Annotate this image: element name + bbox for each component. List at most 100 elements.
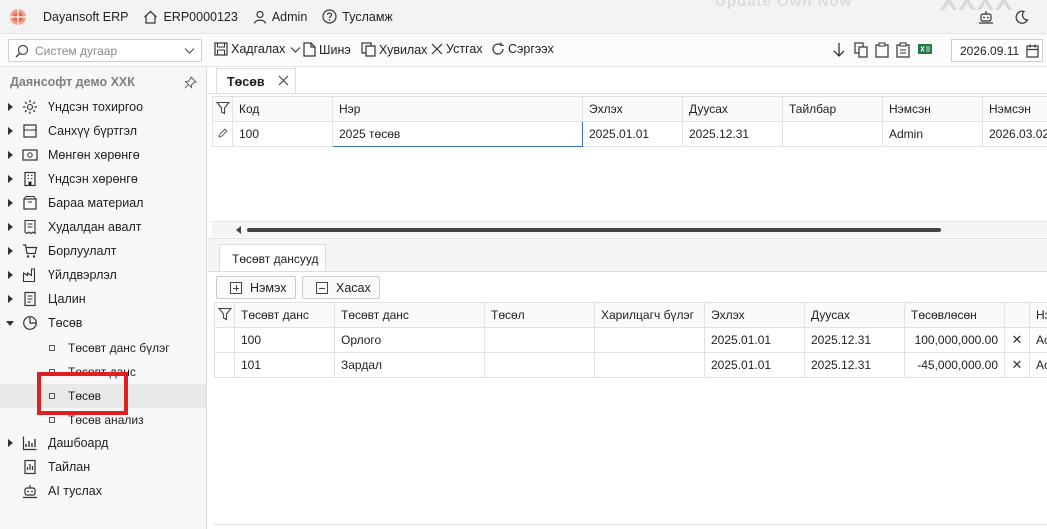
cell-account-name[interactable]: Зардал	[334, 352, 485, 378]
sidebar-item-payroll[interactable]: Цалин	[0, 287, 206, 311]
expand-arrow-icon[interactable]	[8, 439, 13, 447]
column-header-code[interactable]: Код	[232, 96, 333, 122]
tab-budget-accounts[interactable]: Төсөвт дансууд	[219, 244, 326, 272]
collapse-arrow-icon[interactable]	[6, 321, 14, 326]
sidebar-item-ai-assistant[interactable]: AI туслах	[0, 479, 206, 503]
cell-start[interactable]: 2025.01.01	[582, 121, 683, 147]
clipboard-list-button[interactable]	[896, 42, 910, 61]
column-header-name[interactable]: Нэр	[332, 96, 583, 122]
sidebar-item-purchasing[interactable]: Худалдан авалт	[0, 215, 206, 239]
home-button[interactable]: ERP0000123	[143, 10, 238, 24]
column-header-created-by[interactable]: Нэмсэн	[882, 96, 983, 122]
column-header-customer-group[interactable]: Харилцагч бүлэг	[594, 302, 705, 328]
cell-created-at[interactable]: 2026.03.02	[982, 121, 1047, 147]
cell-name[interactable]: 2025 төсөв	[332, 121, 583, 147]
cell-account-code[interactable]: 101	[234, 352, 335, 378]
user-button[interactable]: Admin	[253, 10, 307, 24]
table-row[interactable]: 100 2025 төсөв 2025.01.01 2025.12.31 Adm…	[212, 121, 1047, 147]
row-header[interactable]	[214, 352, 235, 378]
cell-account-name[interactable]: Орлого	[334, 327, 485, 353]
cell-end[interactable]: 2025.12.31	[804, 327, 905, 353]
delete-button[interactable]: Устгах	[431, 42, 483, 56]
column-header-end[interactable]: Дуусах	[682, 96, 783, 122]
column-header-created-at[interactable]: Нэмсэн	[982, 96, 1047, 122]
cell-start[interactable]: 2025.01.01	[704, 352, 805, 378]
column-header-more[interactable]: Нэ	[1029, 302, 1047, 328]
close-tab-button[interactable]	[278, 75, 289, 86]
sidebar-item-report[interactable]: Тайлан	[0, 455, 206, 479]
sidebar-item-fixed-assets[interactable]: Үндсэн хөрөнгө	[0, 167, 206, 191]
cell-more[interactable]: Ac	[1029, 327, 1047, 353]
cell-budgeted[interactable]: -45,000,000.00	[904, 352, 1005, 378]
cell-start[interactable]: 2025.01.01	[704, 327, 805, 353]
cell-more[interactable]: Ac	[1029, 352, 1047, 378]
theme-toggle-button[interactable]	[1014, 10, 1029, 25]
sidebar-item-accounting[interactable]: Санхүү бүртгэл	[0, 119, 206, 143]
new-button[interactable]: Шинэ	[303, 42, 351, 57]
cell-project[interactable]	[484, 327, 595, 353]
expand-arrow-icon[interactable]	[8, 151, 13, 159]
date-picker[interactable]: 2026.09.11	[951, 39, 1043, 62]
cell-customer-group[interactable]	[594, 352, 705, 378]
scroll-left-icon[interactable]	[236, 226, 241, 234]
column-header-description[interactable]: Тайлбар	[782, 96, 883, 122]
sidebar-item-sales[interactable]: Борлуулалт	[0, 239, 206, 263]
column-header-start[interactable]: Эхлэх	[582, 96, 683, 122]
delete-row-button[interactable]: ✕	[1004, 352, 1030, 378]
export-excel-button[interactable]	[917, 42, 933, 61]
horizontal-scrollbar[interactable]	[212, 221, 1047, 237]
cell-created-by[interactable]: Admin	[882, 121, 983, 147]
expand-arrow-icon[interactable]	[8, 103, 13, 111]
row-header[interactable]	[214, 327, 235, 353]
sidebar-item-production[interactable]: Үйлдвэрлэл	[0, 263, 206, 287]
cell-description[interactable]	[782, 121, 883, 147]
save-button[interactable]: Хадгалах	[214, 42, 304, 56]
calendar-icon[interactable]	[1026, 44, 1039, 58]
sidebar-item-settings[interactable]: Үндсэн тохиргоо	[0, 95, 206, 119]
pin-button[interactable]	[184, 76, 197, 89]
remove-button[interactable]: Хасах	[302, 276, 380, 299]
expand-arrow-icon[interactable]	[8, 127, 13, 135]
chevron-down-icon[interactable]	[184, 45, 195, 56]
table-row[interactable]: 100 Орлого 2025.01.01 2025.12.31 100,000…	[214, 327, 1047, 353]
column-header-budgeted[interactable]: Төсөвлөсөн	[904, 302, 1005, 328]
scrollbar-thumb[interactable]	[247, 228, 941, 232]
duplicate-button[interactable]: Хувилах	[361, 42, 427, 57]
expand-arrow-icon[interactable]	[8, 175, 13, 183]
delete-row-button[interactable]: ✕	[1004, 327, 1030, 353]
paste-button[interactable]	[875, 42, 889, 61]
sidebar-item-budget[interactable]: Төсөв	[0, 311, 206, 335]
sidebar-item-cash[interactable]: Мөнгөн хөрөнгө	[0, 143, 206, 167]
cell-budgeted[interactable]: 100,000,000.00	[904, 327, 1005, 353]
expand-arrow-icon[interactable]	[8, 199, 13, 207]
table-row[interactable]: 101 Зардал 2025.01.01 2025.12.31 -45,000…	[214, 352, 1047, 378]
sidebar-subitem-budget-account-group[interactable]: Төсөвт данс бүлэг	[0, 336, 206, 360]
filter-button[interactable]	[214, 302, 235, 328]
download-button[interactable]	[832, 42, 846, 61]
sidebar-item-inventory[interactable]: Бараа материал	[0, 191, 206, 215]
expand-arrow-icon[interactable]	[8, 295, 13, 303]
assistant-robot-button[interactable]	[978, 9, 994, 25]
cell-end[interactable]: 2025.12.31	[804, 352, 905, 378]
sidebar-item-dashboard[interactable]: Дашбоард	[0, 431, 206, 455]
copy-button[interactable]	[854, 42, 868, 61]
column-header-project[interactable]: Төсөл	[484, 302, 595, 328]
cell-code[interactable]: 100	[232, 121, 333, 147]
help-button[interactable]: Тусламж	[322, 9, 393, 24]
search-box[interactable]	[8, 39, 202, 62]
search-input[interactable]	[35, 43, 175, 58]
expand-arrow-icon[interactable]	[8, 271, 13, 279]
add-button[interactable]: Нэмэх	[216, 276, 296, 299]
column-header-budget-account-name[interactable]: Төсөвт данс	[334, 302, 485, 328]
cell-project[interactable]	[484, 352, 595, 378]
restore-button[interactable]: Сэргээх	[491, 42, 554, 56]
column-header-end[interactable]: Дуусах	[804, 302, 905, 328]
cell-account-code[interactable]: 100	[234, 327, 335, 353]
expand-arrow-icon[interactable]	[8, 247, 13, 255]
column-header-start[interactable]: Эхлэх	[704, 302, 805, 328]
cell-end[interactable]: 2025.12.31	[682, 121, 783, 147]
expand-arrow-icon[interactable]	[8, 223, 13, 231]
tab-budget[interactable]: Төсөв	[216, 68, 296, 94]
chevron-down-icon[interactable]	[290, 44, 301, 55]
cell-customer-group[interactable]	[594, 327, 705, 353]
